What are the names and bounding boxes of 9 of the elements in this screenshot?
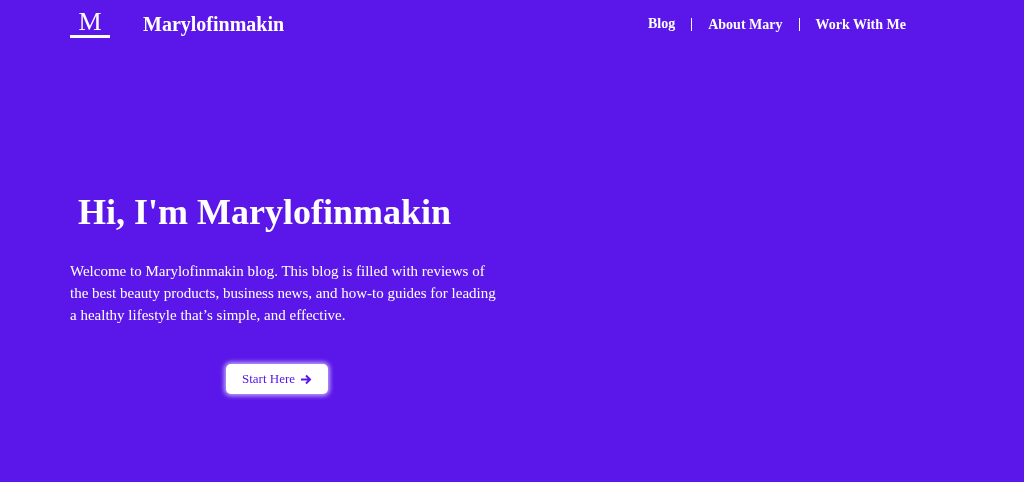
hero-heading: Hi, I'm Marylofinmakin bbox=[78, 191, 451, 234]
nav-link[interactable]: Blog bbox=[648, 16, 692, 32]
arrow-right-icon bbox=[300, 373, 313, 385]
nav-link[interactable]: Work With Me bbox=[798, 17, 906, 31]
logo[interactable]: M bbox=[70, 10, 110, 38]
intro-paragraph: Welcome to Marylofinmakin blog. This blog is filled with reviews of the best beauty products, business news, and how-to guides for leading a healthy lifestyle that’s simple, and effective. bbox=[70, 262, 497, 325]
nav-link[interactable]: About Mary bbox=[691, 17, 799, 31]
start-here-button[interactable]: Start Here bbox=[226, 364, 329, 394]
site-title[interactable]: Marylofinmakin bbox=[143, 12, 285, 36]
